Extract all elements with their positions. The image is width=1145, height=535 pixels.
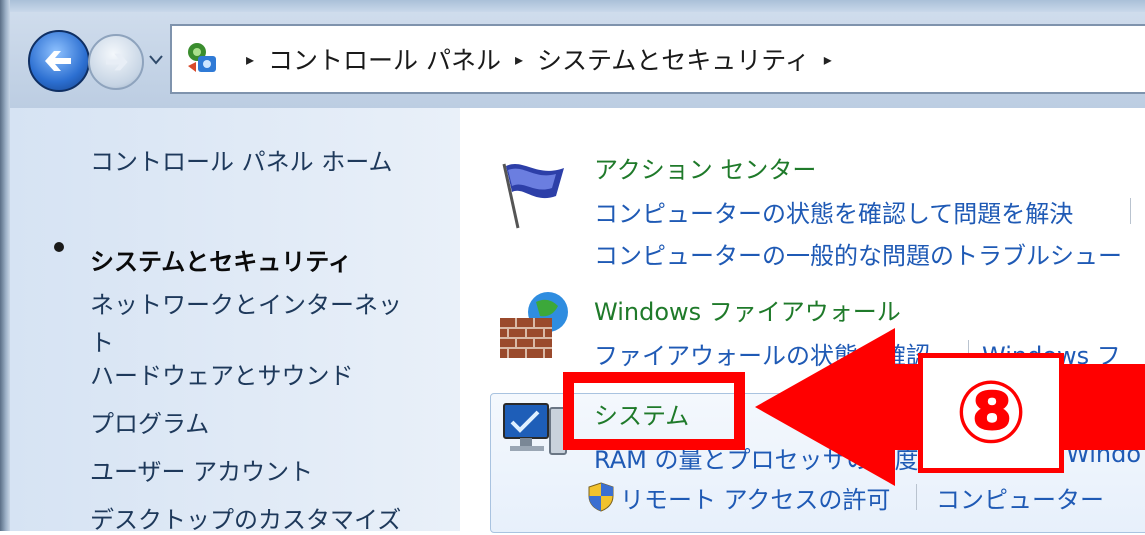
active-bullet-icon	[54, 242, 64, 252]
sidebar-item-hardware-sound[interactable]: ハードウェアとサウンド	[90, 356, 354, 391]
forward-button[interactable]	[88, 34, 144, 90]
sidebar-item-user-accounts[interactable]: ユーザー アカウント	[90, 452, 313, 487]
back-arrow-icon	[45, 51, 71, 71]
forward-arrow-icon	[106, 53, 128, 71]
sidebar-item-control-panel-home[interactable]: コントロール パネル ホーム	[90, 142, 393, 177]
sidebar-item-network-internet[interactable]: ネットワークとインターネッ ト	[90, 286, 402, 362]
breadcrumb-system-security[interactable]: システムとセキュリティ	[537, 41, 810, 77]
sidebar-item-programs[interactable]: プログラム	[90, 404, 209, 439]
breadcrumb-control-panel[interactable]: コントロール パネル	[268, 41, 501, 77]
navigation-bar: ▸ コントロール パネル ▸ システムとセキュリティ ▸	[10, 12, 1145, 108]
sidebar-item-desktop-customization[interactable]: デスクトップのカスタマイズ	[90, 500, 401, 535]
address-bar[interactable]: ▸ コントロール パネル ▸ システムとセキュリティ ▸	[170, 24, 1145, 94]
window-frame-top	[0, 0, 1145, 12]
uac-shield-icon	[588, 482, 614, 512]
firewall-icon	[500, 292, 568, 358]
annotation-step-number: ⑧	[918, 353, 1064, 473]
action-center-title[interactable]: アクション センター	[594, 150, 816, 185]
sidebar: コントロール パネル ホーム システムとセキュリティ ネットワークとインターネッ…	[10, 108, 460, 534]
sidebar-item-label: ネットワークとインターネッ	[90, 291, 402, 319]
control-panel-icon	[188, 43, 216, 72]
action-center-link-troubleshoot[interactable]: コンピューターの一般的な問題のトラブルシュー	[594, 236, 1122, 271]
breadcrumb: ▸ コントロール パネル ▸ システムとセキュリティ ▸	[232, 26, 846, 92]
window-frame-left	[0, 0, 10, 531]
breadcrumb-separator[interactable]: ▸	[246, 50, 254, 69]
breadcrumb-separator[interactable]: ▸	[515, 50, 523, 69]
annotation-highlight-box	[563, 372, 745, 450]
history-dropdown[interactable]	[148, 52, 164, 68]
flag-icon	[502, 163, 564, 229]
link-divider	[916, 484, 917, 510]
sidebar-item-system-security[interactable]: システムとセキュリティ	[90, 242, 352, 277]
link-divider	[1130, 198, 1131, 224]
back-button[interactable]	[28, 30, 90, 92]
computer-icon	[503, 403, 567, 455]
action-center-link-check-status[interactable]: コンピューターの状態を確認して問題を解決	[594, 194, 1073, 229]
firewall-title[interactable]: Windows ファイアウォール	[594, 292, 901, 327]
breadcrumb-separator[interactable]: ▸	[824, 50, 832, 69]
chevron-down-icon	[149, 55, 163, 65]
